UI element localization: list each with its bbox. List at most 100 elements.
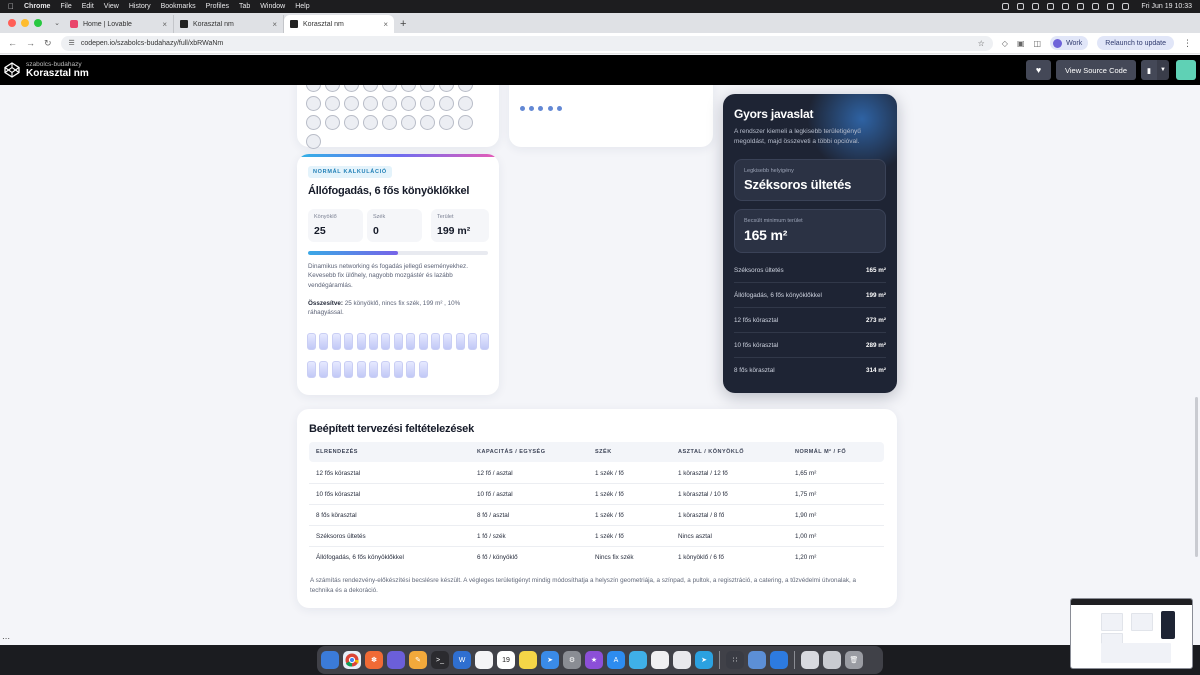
close-tab-icon[interactable]: × [383,20,388,29]
table-cell: 12 fős körasztal [316,469,361,477]
seat-circle [420,115,435,130]
window-thumbnail-icon[interactable] [801,651,819,669]
star-app-icon[interactable]: ★ [585,651,603,669]
table-cell: 1,75 m² [795,490,817,498]
menu-help[interactable]: Help [295,3,309,10]
terminal-icon[interactable]: >_ [431,651,449,669]
side-panel-icon[interactable]: ◫ [1034,39,1042,48]
standing-table-pill [381,333,391,350]
close-window-button[interactable] [8,19,16,27]
extension-icon[interactable]: ◇ [1002,39,1008,48]
tab-search-chevron-icon[interactable]: ⌄ [50,13,64,33]
safari-icon[interactable]: ➤ [541,651,559,669]
status-icon[interactable] [1062,3,1070,10]
browser-menu-icon[interactable]: ⋮ [1183,38,1192,49]
url-omnibox[interactable]: ☰ codepen.io/szabolcs-budahazy/full/xbRW… [60,35,993,51]
standing-table-pill [331,361,341,378]
battery-icon[interactable] [1092,3,1100,10]
apple-menu-icon[interactable]:  [8,2,14,11]
menu-window[interactable]: Window [260,3,285,10]
standing-table-pill [393,361,403,378]
menu-bookmarks[interactable]: Bookmarks [161,3,196,10]
menu-view[interactable]: View [104,3,119,10]
standing-table-pill [344,361,354,378]
close-tab-icon[interactable]: × [162,20,167,29]
seat-circle [420,85,435,92]
photos-icon[interactable] [651,651,669,669]
launchpad-icon[interactable]: ∷ [726,651,744,669]
standing-table-pill [430,333,440,350]
app-icon[interactable] [748,651,766,669]
standing-table-pill [480,333,490,350]
menu-file[interactable]: File [60,3,71,10]
page-scrollbar[interactable] [1195,397,1198,557]
settings-icon[interactable]: ⚙ [563,651,581,669]
search-icon[interactable] [1107,3,1115,10]
trash-icon[interactable]: 🗑 [845,651,863,669]
stat-konyoklo: Könyöklő 25 [308,209,363,242]
relaunch-button[interactable]: Relaunch to update [1097,36,1174,50]
status-icon[interactable] [1017,3,1025,10]
bookmark-dropdown-button[interactable]: ▼ [1157,60,1169,80]
heart-button[interactable]: ♥ [1026,60,1052,80]
menu-history[interactable]: History [129,3,151,10]
app-menu[interactable]: Chrome [24,3,50,10]
screenshot-thumbnail[interactable] [1070,598,1193,669]
control-center-icon[interactable] [1122,3,1130,10]
status-icon[interactable] [1002,3,1010,10]
zoom-window-button[interactable] [34,19,42,27]
profile-chip[interactable]: Work [1050,36,1089,50]
reload-icon[interactable]: ↻ [44,38,52,49]
status-icon[interactable] [1047,3,1055,10]
app-store-icon[interactable]: A [607,651,625,669]
grid-app-icon[interactable] [673,651,691,669]
calendar-icon[interactable]: 19 [497,651,515,669]
stickies-icon[interactable] [519,651,537,669]
standing-table-pill [319,361,329,378]
pen-title: Korasztal nm [26,68,89,80]
word-icon[interactable]: W [453,651,471,669]
app-icon[interactable] [770,651,788,669]
claude-icon[interactable]: ✽ [365,651,383,669]
menubar-clock[interactable]: Fri Jun 19 10:33 [1141,3,1192,10]
tab-korasztal-active[interactable]: Korasztal nm × [284,15,394,33]
telegram-icon[interactable]: ➤ [695,651,713,669]
chrome-icon[interactable] [343,651,361,669]
standing-tables-grid [307,333,493,378]
table-cell: 1 szék / fő [595,532,624,540]
status-icon[interactable] [1032,3,1040,10]
seat-circle [306,115,321,130]
thumbnail-dark-panel [1161,611,1175,639]
window-thumbnail-icon[interactable] [823,651,841,669]
tab-home-lovable[interactable]: Home | Lovable × [64,15,174,33]
assumptions-table-header: ELRENDEZÉS KAPACITÁS / EGYSÉG SZÉK ASZTA… [309,442,884,462]
finder-icon[interactable] [321,651,339,669]
codepen-logo-icon[interactable] [4,62,20,78]
view-source-button[interactable]: View Source Code [1056,60,1136,80]
table-cell: 8 fős körasztal [316,511,357,519]
maps-icon[interactable] [629,651,647,669]
new-tab-button[interactable]: + [394,15,412,33]
pencil-app-icon[interactable]: ✎ [409,651,427,669]
user-avatar[interactable] [1176,60,1196,80]
notes-icon[interactable] [475,651,493,669]
menu-tab[interactable]: Tab [239,3,250,10]
bookmark-button[interactable]: ▮ [1141,60,1157,80]
macos-menu-bar:  Chrome File Edit View History Bookmark… [0,0,1200,13]
close-tab-icon[interactable]: × [272,20,277,29]
minimize-window-button[interactable] [21,19,29,27]
menu-edit[interactable]: Edit [82,3,94,10]
back-arrow-icon[interactable]: ← [8,38,17,48]
profile-avatar-icon [1053,38,1063,48]
forward-arrow-icon[interactable]: → [26,38,35,48]
wifi-icon[interactable] [1077,3,1085,10]
bookmark-star-icon[interactable]: ☆ [978,39,985,48]
site-info-icon[interactable]: ☰ [69,39,75,47]
tab-korasztal-1[interactable]: Korasztal nm × [174,15,284,33]
app-icon[interactable] [387,651,405,669]
standing-table-pill [331,333,341,350]
url-text[interactable]: codepen.io/szabolcs-budahazy/full/xbRWaN… [81,40,223,47]
puzzle-icon[interactable]: ▣ [1017,39,1025,48]
pen-author[interactable]: szabolcs-budahazy [26,61,89,68]
menu-profiles[interactable]: Profiles [206,3,229,10]
